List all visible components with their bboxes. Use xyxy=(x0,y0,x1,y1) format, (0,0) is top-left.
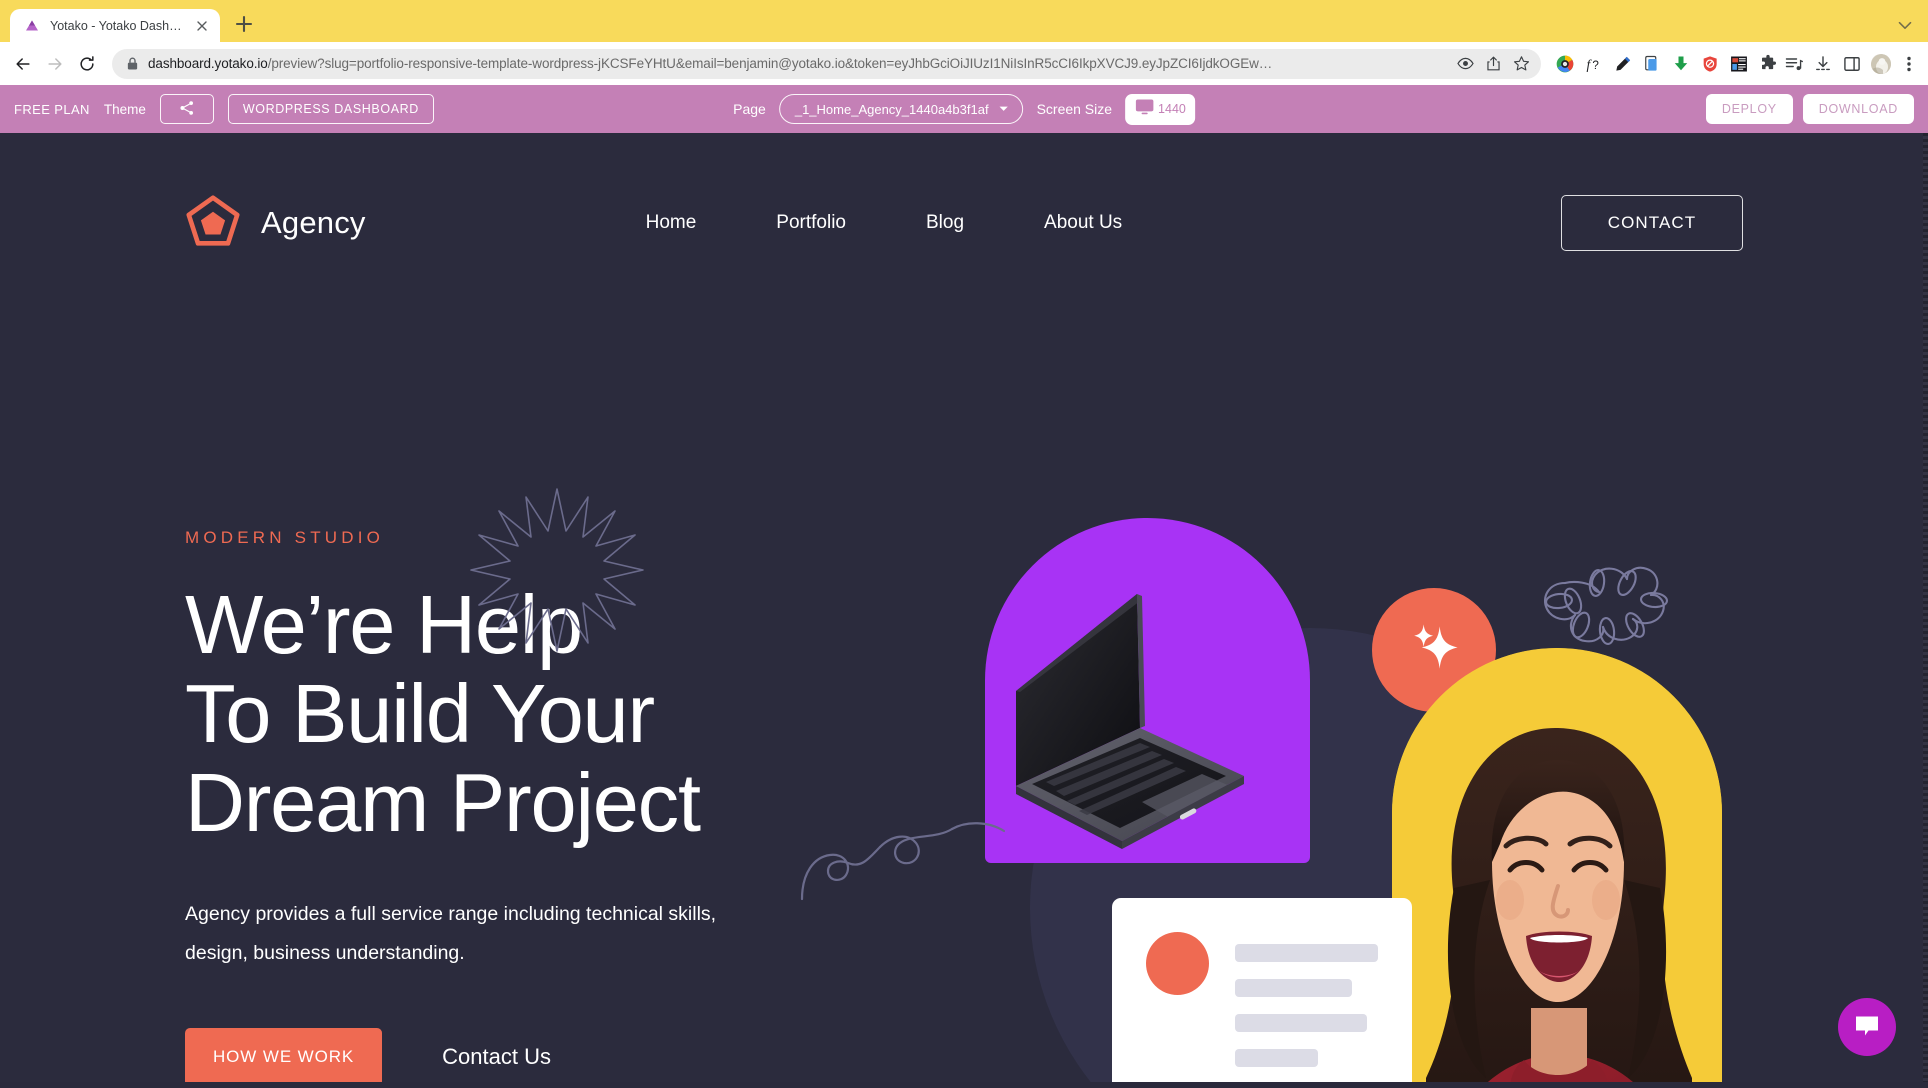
forward-arrow-icon xyxy=(40,49,70,79)
svg-text:?: ? xyxy=(1592,59,1599,72)
download-label: DOWNLOAD xyxy=(1818,102,1898,116)
page-scrollbar[interactable] xyxy=(1923,133,1928,1082)
nav-item-about-us[interactable]: About Us xyxy=(1004,212,1162,234)
spiral-squiggle-icon xyxy=(800,813,1015,903)
brand-name: Agency xyxy=(261,205,366,240)
eye-icon[interactable] xyxy=(1456,54,1475,73)
hero-subtitle: Agency provides a full service range inc… xyxy=(185,903,717,965)
hero-actions: HOW WE WORK Contact Us xyxy=(185,1028,825,1082)
smiling-woman-portrait xyxy=(1392,648,1722,1082)
back-arrow-icon[interactable] xyxy=(8,49,38,79)
yotako-toolbar: FREE PLAN Theme WORDPRESS DASHBOARD Page xyxy=(0,85,1928,133)
extension-icons: f ? xyxy=(1551,54,1778,74)
yotako-toolbar-left: FREE PLAN Theme WORDPRESS DASHBOARD xyxy=(14,94,434,124)
side-panel-icon[interactable] xyxy=(1842,54,1862,74)
deploy-label: DEPLOY xyxy=(1721,102,1777,116)
looping-squiggle-icon xyxy=(1535,553,1695,653)
browser-window: Yotako - Yotako Dashboard xyxy=(0,0,1928,1088)
browser-toolbar: dashboard.yotako.io/preview?slug=portfol… xyxy=(0,42,1928,85)
url-path: /preview?slug=portfolio-responsive-templ… xyxy=(267,56,1273,71)
url-domain: dashboard.yotako.io xyxy=(148,56,268,71)
camera-color-icon[interactable] xyxy=(1555,54,1575,74)
share-button[interactable] xyxy=(159,94,214,124)
profile-avatar[interactable] xyxy=(1871,53,1891,74)
testimonial-card xyxy=(1112,898,1412,1082)
yotako-mountain-icon xyxy=(24,18,40,34)
lock-icon xyxy=(126,56,139,71)
reading-list-icon[interactable] xyxy=(1784,54,1804,74)
reload-icon[interactable] xyxy=(72,49,102,79)
chevron-down-icon[interactable] xyxy=(1894,14,1916,36)
site-preview: Agency Home Portfolio Blog About Us CONT… xyxy=(0,133,1928,1082)
nav-item-home[interactable]: Home xyxy=(606,212,737,234)
nav-item-blog[interactable]: Blog xyxy=(886,212,1004,234)
caret-down-icon xyxy=(999,102,1010,117)
brand[interactable]: Agency xyxy=(185,194,366,253)
downloads-icon[interactable] xyxy=(1813,54,1833,74)
site-nav: Home Portfolio Blog About Us xyxy=(606,212,1163,234)
star-icon[interactable] xyxy=(1512,54,1531,73)
chat-widget-button[interactable] xyxy=(1838,998,1896,1056)
tab-strip: Yotako - Yotako Dashboard xyxy=(0,0,1928,43)
browser-tab[interactable]: Yotako - Yotako Dashboard xyxy=(10,9,220,43)
yellow-arch xyxy=(1392,648,1722,1082)
f-question-icon[interactable]: f ? xyxy=(1584,54,1604,74)
hero-illustration xyxy=(470,433,1760,1082)
download-button[interactable]: DOWNLOAD xyxy=(1802,94,1914,124)
wordpress-dashboard-button[interactable]: WORDPRESS DASHBOARD xyxy=(227,94,434,124)
yotako-toolbar-center: Page _1_Home_Agency_1440a4b3f1af Screen … xyxy=(733,93,1195,125)
screen-size-label: Screen Size xyxy=(1036,101,1113,117)
how-we-work-label: HOW WE WORK xyxy=(213,1047,355,1067)
omnibox-actions xyxy=(1456,54,1535,73)
close-icon[interactable] xyxy=(194,18,210,34)
shield-block-icon[interactable] xyxy=(1700,54,1720,74)
yotako-toolbar-right: DEPLOY DOWNLOAD xyxy=(1705,94,1914,124)
page-select[interactable]: _1_Home_Agency_1440a4b3f1af xyxy=(778,94,1024,124)
puzzle-extensions-icon[interactable] xyxy=(1758,54,1778,74)
theme-label[interactable]: Theme xyxy=(104,102,146,117)
monitor-icon xyxy=(1134,96,1155,122)
starburst-outline-icon xyxy=(470,483,645,658)
toolbar-right-icons xyxy=(1780,53,1920,74)
placeholder-line xyxy=(1235,1049,1318,1067)
laptop-icon xyxy=(994,588,1344,873)
avatar-circle-icon xyxy=(1146,932,1209,995)
share-nodes-icon xyxy=(178,99,196,120)
how-we-work-button[interactable]: HOW WE WORK xyxy=(185,1028,383,1082)
screen-size-selector[interactable]: 1440 xyxy=(1125,93,1195,125)
free-plan-label: FREE PLAN xyxy=(14,101,90,117)
tabstrip-right xyxy=(1894,14,1928,42)
pen-highlighter-icon[interactable] xyxy=(1613,54,1633,74)
contact-button[interactable]: CONTACT xyxy=(1561,195,1743,251)
share-upload-icon[interactable] xyxy=(1484,54,1503,73)
placeholder-line xyxy=(1235,944,1378,962)
placeholder-line xyxy=(1235,1014,1367,1032)
card-placeholder-lines xyxy=(1235,932,1378,1082)
news-reader-icon[interactable] xyxy=(1729,54,1749,74)
screen-size-value: 1440 xyxy=(1158,102,1186,116)
wordpress-dashboard-label: WORDPRESS DASHBOARD xyxy=(242,102,419,116)
deploy-button[interactable]: DEPLOY xyxy=(1705,94,1793,124)
site-header: Agency Home Portfolio Blog About Us CONT… xyxy=(0,173,1928,273)
nav-item-portfolio[interactable]: Portfolio xyxy=(736,212,886,234)
pentagon-logo-icon xyxy=(185,194,241,253)
contact-us-link[interactable]: Contact Us xyxy=(442,1044,551,1070)
url-text: dashboard.yotako.io/preview?slug=portfol… xyxy=(148,56,1447,71)
page-label: Page xyxy=(733,101,766,117)
placeholder-line xyxy=(1235,979,1353,997)
plus-icon[interactable] xyxy=(230,10,258,38)
download-green-arrow-icon[interactable] xyxy=(1671,54,1691,74)
address-bar[interactable]: dashboard.yotako.io/preview?slug=portfol… xyxy=(112,48,1541,79)
tab-title: Yotako - Yotako Dashboard xyxy=(50,19,184,33)
kebab-menu-icon[interactable] xyxy=(1900,54,1920,74)
page-select-value: _1_Home_Agency_1440a4b3f1af xyxy=(794,101,989,117)
chat-bubble-icon xyxy=(1852,1010,1882,1045)
clipboard-icon[interactable] xyxy=(1642,54,1662,74)
contact-button-label: CONTACT xyxy=(1607,213,1697,232)
